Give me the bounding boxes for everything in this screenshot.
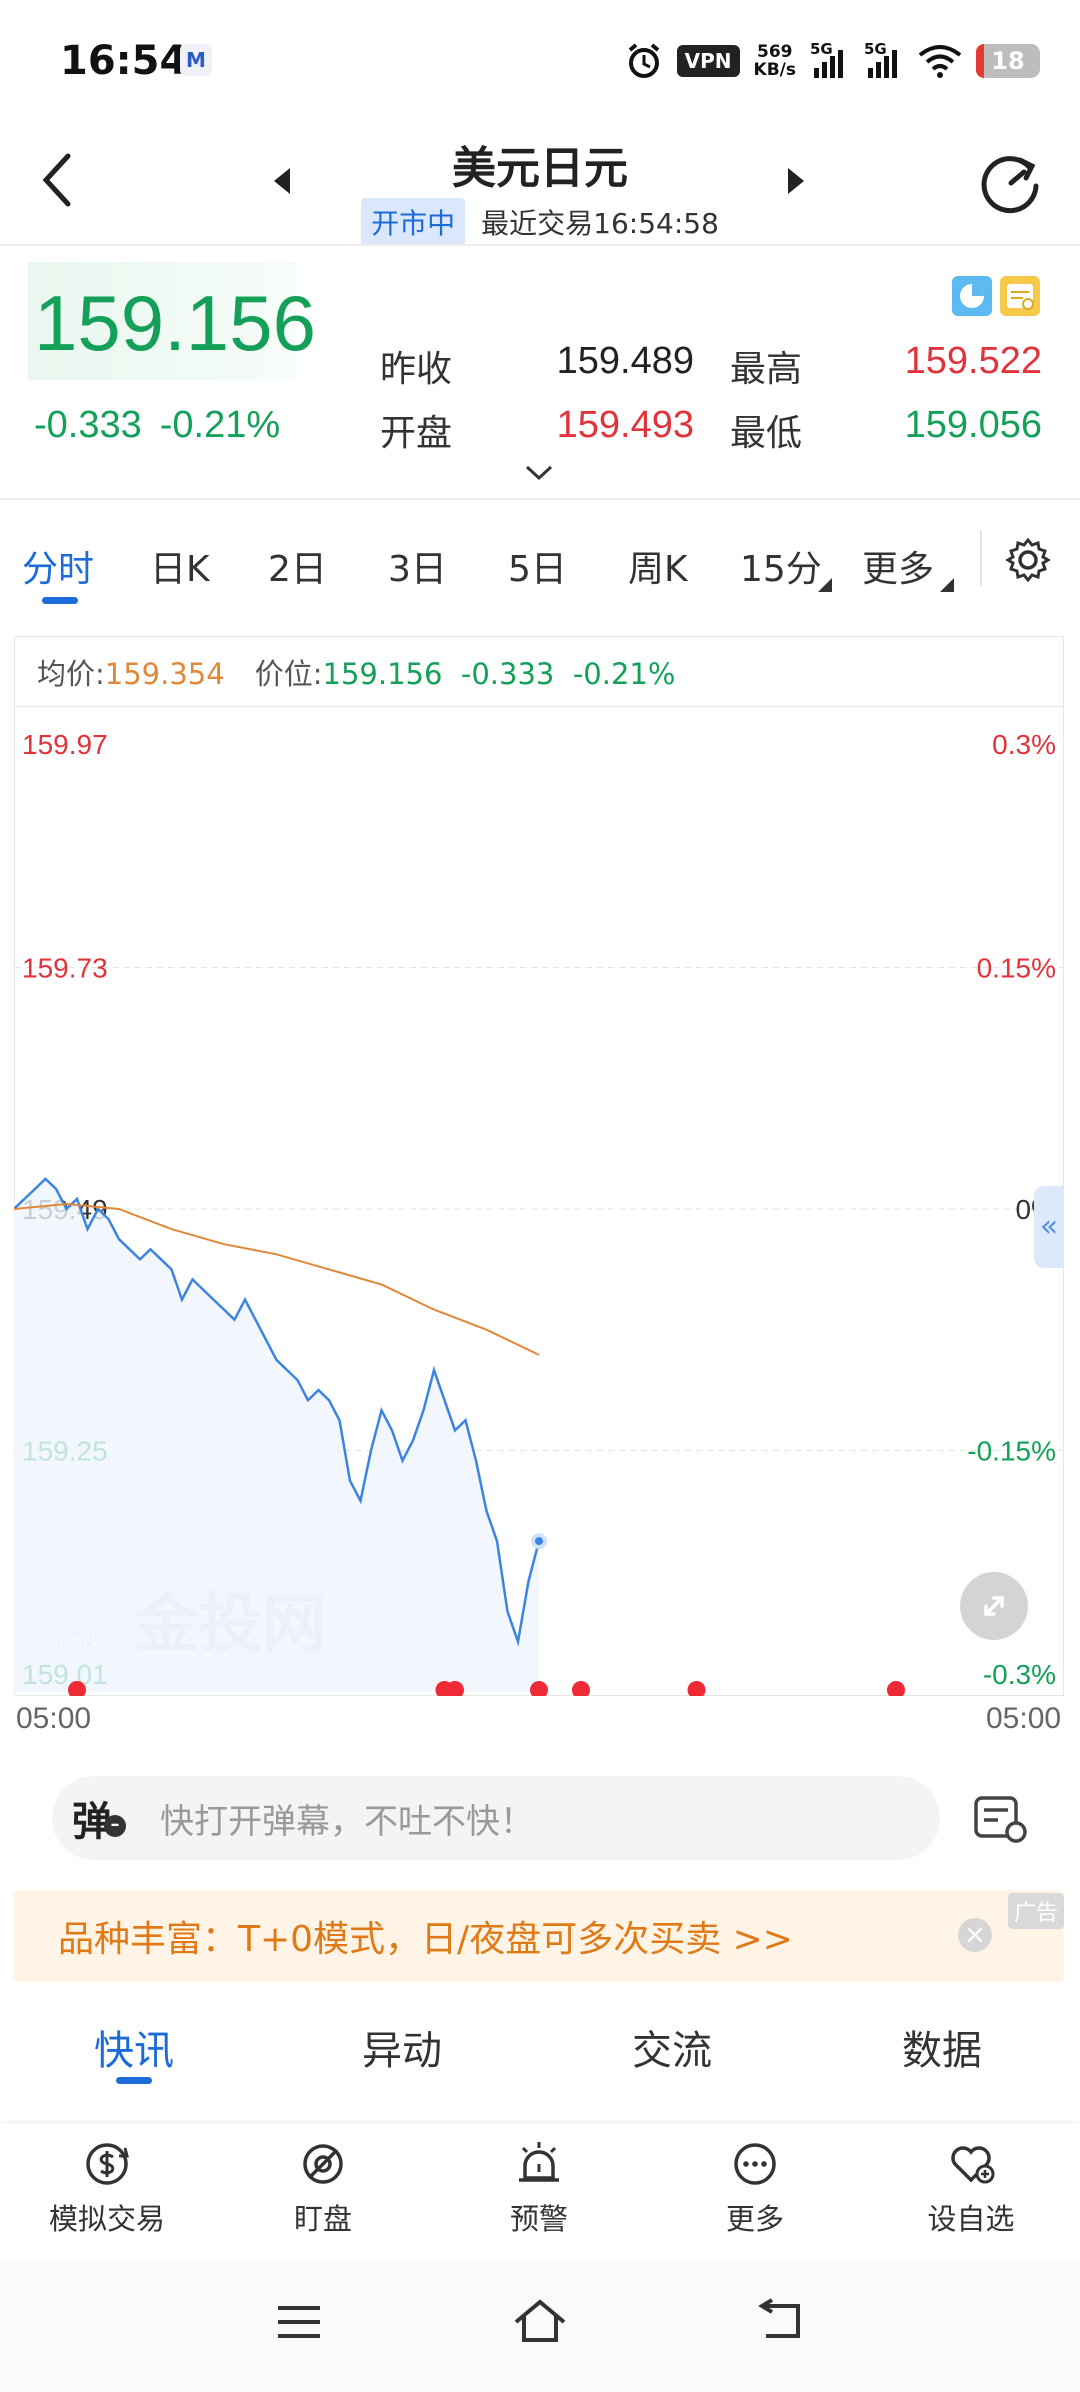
status-icons: VPN 569 KB/s 5G 5G 18 <box>625 36 1040 86</box>
refresh-icon[interactable] <box>978 150 1044 216</box>
tab-timeshare[interactable]: 分时 <box>22 540 94 592</box>
change-value: -0.333 <box>34 404 142 446</box>
tab-5-day[interactable]: 5日 <box>508 540 567 592</box>
home-icon[interactable] <box>512 2296 568 2346</box>
low-label: 最低 <box>730 413 803 454</box>
network-speed: 569 KB/s <box>753 42 796 80</box>
status-time: 16:54 <box>60 38 188 84</box>
last-trade-time: 最近交易16:54:58 <box>481 207 719 240</box>
wifi-icon <box>918 45 962 78</box>
tab-15-min[interactable]: 15分 <box>740 540 822 592</box>
ad-text[interactable]: 品种丰富：T+0模式，日/夜盘可多次买卖 >> <box>58 1910 793 1962</box>
page-title: 美元日元 <box>452 143 628 194</box>
current-price: 159.156 <box>34 279 316 367</box>
quote-divider <box>0 498 1080 500</box>
eye-off-icon <box>303 2144 343 2184</box>
x-tick-end: 05:00 <box>986 1702 1062 1735</box>
watch-button[interactable]: 盯盘 <box>248 2138 398 2238</box>
tab-more[interactable]: 更多 <box>862 540 934 592</box>
vpn-badge: VPN <box>676 45 740 77</box>
chart-legend: 均价:159.354 价位:159.156 -0.333 -0.21% <box>14 636 1064 706</box>
open-value: 159.493 <box>556 404 694 446</box>
vip-icon[interactable] <box>1000 276 1040 316</box>
tab-news-flash[interactable]: 快讯 <box>94 2018 174 2076</box>
ad-banner[interactable]: 品种丰富：T+0模式，日/夜盘可多次买卖 >> <box>14 1890 1064 1982</box>
more-dropdown-icon <box>940 578 954 592</box>
tab-separator <box>980 530 982 586</box>
tab-weekly-k[interactable]: 周K <box>628 540 688 592</box>
header-divider <box>0 244 1080 246</box>
mail-app-icon: M <box>180 44 212 76</box>
market-status-line: 开市中 最近交易16:54:58 <box>0 198 1080 246</box>
avg-price: 159.354 <box>104 656 225 691</box>
expand-quote-icon[interactable] <box>524 464 554 482</box>
high-value: 159.522 <box>904 340 1042 382</box>
intraday-chart[interactable]: 159.970.3%159.730.15%159.490%159.25-0.15… <box>14 706 1064 1696</box>
expand-icon <box>984 1596 1004 1616</box>
tab-discussion[interactable]: 交流 <box>632 2018 712 2076</box>
alarm-light-icon <box>519 2142 559 2182</box>
ad-tag: 广告 <box>1007 1893 1064 1929</box>
price-change: -0.333 -0.21% <box>34 404 280 447</box>
danmu-settings-icon[interactable] <box>972 1792 1032 1848</box>
collapse-side-tab[interactable]: « <box>1034 1186 1064 1268</box>
tab-movements[interactable]: 异动 <box>362 2018 442 2076</box>
status-badge: 开市中 <box>361 198 466 246</box>
signal-1-icon: 5G <box>810 40 850 80</box>
15-min-dropdown-icon <box>818 578 832 592</box>
y-tick-right: -0.15% <box>967 1436 1056 1467</box>
y-tick-left: 159.73 <box>22 953 108 984</box>
alarm-icon <box>628 43 659 78</box>
battery-icon: 18 <box>976 44 1040 78</box>
add-favorite-button[interactable]: 设自选 <box>896 2138 1046 2238</box>
open-label: 开盘 <box>380 413 453 454</box>
danmu-bar[interactable]: 弹 – 快打开弹幕，不吐不快！ <box>52 1776 940 1860</box>
event-marker <box>572 1681 590 1696</box>
prev-close-value: 159.489 <box>556 340 694 382</box>
position-price: 159.156 <box>322 656 443 691</box>
price-area <box>14 1178 539 1692</box>
tab-3-day[interactable]: 3日 <box>388 540 447 592</box>
heart-add-icon <box>951 2146 995 2184</box>
pie-chart-icon[interactable] <box>952 276 992 316</box>
news-tab-indicator <box>116 2077 152 2084</box>
tab-active-indicator <box>42 597 78 604</box>
last-price-dot <box>535 1537 543 1546</box>
x-tick-start: 05:00 <box>16 1702 92 1735</box>
tab-2-day[interactable]: 2日 <box>268 540 327 592</box>
more-dots-icon <box>734 2143 776 2185</box>
danmu-toggle-icon[interactable]: 弹 – <box>52 1789 132 1847</box>
high-label: 最高 <box>730 349 803 390</box>
signal-2-icon: 5G <box>864 40 904 80</box>
position-change-pct: -0.21% <box>572 656 676 691</box>
prev-close-label: 昨收 <box>380 349 453 390</box>
position-change: -0.333 <box>460 656 555 691</box>
back-nav-icon[interactable] <box>752 2298 806 2344</box>
menu-icon[interactable] <box>274 2300 324 2344</box>
fullscreen-button[interactable] <box>960 1572 1028 1640</box>
y-tick-right: -0.3% <box>983 1659 1056 1690</box>
ad-close-button[interactable]: × <box>958 1918 992 1952</box>
alert-button[interactable]: 预警 <box>464 2138 614 2238</box>
change-percent: -0.21% <box>159 404 281 446</box>
dollar-swap-icon <box>86 2143 129 2185</box>
next-instrument-icon[interactable] <box>786 166 806 196</box>
tab-daily-k[interactable]: 日K <box>150 540 210 592</box>
event-marker <box>887 1681 905 1696</box>
tab-data[interactable]: 数据 <box>902 2018 982 2076</box>
danmu-input[interactable]: 快打开弹幕，不吐不快！ <box>160 1794 534 1843</box>
y-tick-right: 0.15% <box>977 953 1056 984</box>
event-marker <box>687 1681 706 1696</box>
y-tick-left: 159.97 <box>22 729 108 760</box>
y-tick-right: 0.3% <box>992 729 1056 760</box>
simulated-trade-button[interactable]: 模拟交易 <box>32 2138 182 2238</box>
more-button[interactable]: 更多 <box>680 2138 830 2238</box>
settings-icon[interactable] <box>1004 536 1052 584</box>
low-value: 159.056 <box>904 404 1042 446</box>
